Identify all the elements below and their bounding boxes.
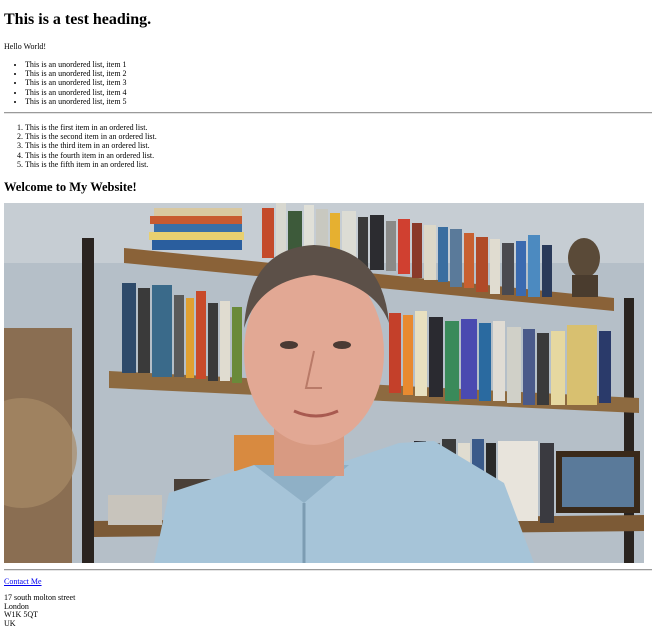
address-line: UK <box>4 618 16 628</box>
portrait-illustration <box>4 203 644 564</box>
portrait-photo <box>4 203 644 564</box>
page: This is a test heading. Hello World! Thi… <box>0 0 656 628</box>
list-item: This is the third item in an ordered lis… <box>25 141 652 150</box>
list-item: This is the first item in an ordered lis… <box>25 123 652 132</box>
list-item: This is an unordered list, item 5 <box>25 97 652 106</box>
ordered-list: This is the first item in an ordered lis… <box>4 123 652 169</box>
footer-divider <box>4 569 652 572</box>
page-title: This is a test heading. <box>4 11 152 28</box>
list-item: This is an unordered list, item 2 <box>25 69 652 78</box>
address-line: W1K 5QT <box>4 610 38 620</box>
list-item: This is an unordered list, item 3 <box>25 78 652 87</box>
list-item: This is the fourth item in an ordered li… <box>25 151 652 160</box>
welcome-heading: Welcome to My Website! <box>4 180 137 195</box>
greeting-text: Hello World! <box>4 42 47 51</box>
list-item: This is the fifth item in an ordered lis… <box>25 160 652 169</box>
divider <box>4 112 652 115</box>
contact-link[interactable]: Contact Me <box>4 577 42 586</box>
address-line: London <box>4 601 29 611</box>
unordered-list: This is an unordered list, item 1 This i… <box>4 60 652 106</box>
list-item: This is an unordered list, item 4 <box>25 88 652 97</box>
list-item: This is an unordered list, item 1 <box>25 60 652 69</box>
address-line: 17 south molton street <box>4 593 76 603</box>
list-item: This is the second item in an ordered li… <box>25 132 652 141</box>
